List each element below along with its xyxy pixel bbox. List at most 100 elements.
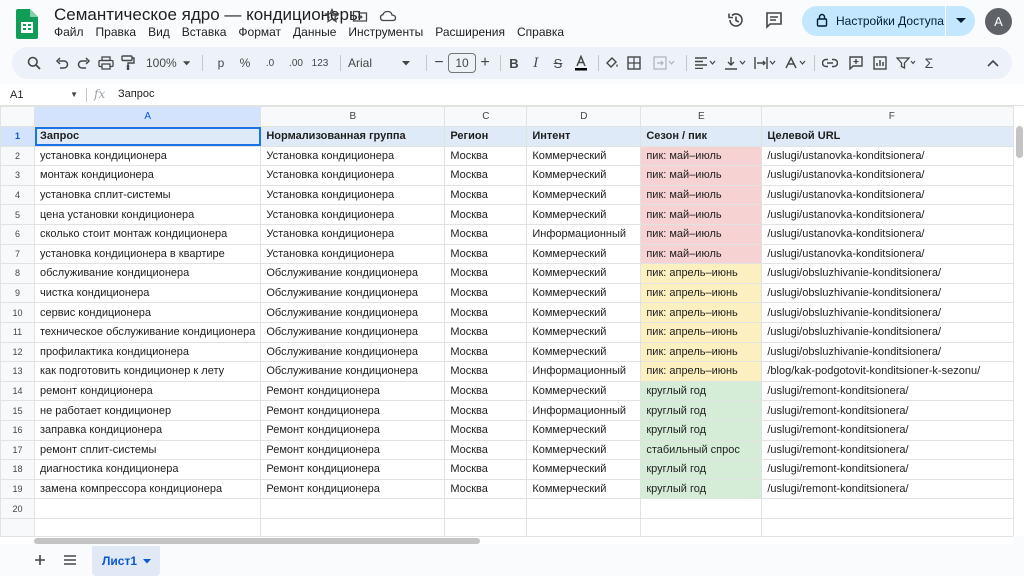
cell-url[interactable]: /uslugi/ustanovka-konditsionera/ xyxy=(761,165,1023,186)
empty-cell[interactable] xyxy=(640,498,763,519)
cell-intent[interactable]: Информационный xyxy=(526,361,642,382)
empty-cell[interactable] xyxy=(526,498,642,519)
menu-extensions[interactable]: Расширения xyxy=(429,24,511,40)
cell-region[interactable]: Москва xyxy=(444,321,528,343)
vertical-scrollbar[interactable] xyxy=(1013,106,1024,536)
menu-edit[interactable]: Правка xyxy=(90,24,143,40)
cell-intent[interactable]: Информационный xyxy=(526,400,642,421)
cell-season[interactable]: пик: апрель–июнь xyxy=(640,361,763,382)
row-number[interactable]: 11 xyxy=(0,321,35,343)
header-cell-season[interactable]: Сезон / пик xyxy=(640,126,763,147)
row-number[interactable]: 8 xyxy=(0,263,35,284)
cell-region[interactable]: Москва xyxy=(444,223,528,245)
cell-intent[interactable]: Коммерческий xyxy=(526,243,642,265)
cell-intent[interactable]: Коммерческий xyxy=(526,380,642,402)
sheets-logo-icon[interactable] xyxy=(14,9,38,39)
row-number[interactable]: 6 xyxy=(0,223,35,245)
row-number[interactable]: 15 xyxy=(0,400,35,421)
header-cell-url[interactable]: Целевой URL xyxy=(761,126,1023,147)
cell-query[interactable]: чистка кондиционера xyxy=(33,282,262,304)
empty-cell[interactable] xyxy=(260,498,446,519)
header-cell-query[interactable]: Запрос xyxy=(33,126,262,147)
cell-region[interactable]: Москва xyxy=(444,400,528,421)
avatar[interactable]: A xyxy=(985,8,1012,35)
increase-decimal-button[interactable]: .00 xyxy=(284,47,308,79)
search-menus-icon[interactable] xyxy=(24,47,44,79)
row-number[interactable]: 14 xyxy=(0,380,35,402)
cell-url[interactable]: /uslugi/remont-konditsionera/ xyxy=(761,380,1023,402)
cell-season[interactable]: пик: май–июль xyxy=(640,145,763,167)
row-number[interactable]: 7 xyxy=(0,243,35,265)
name-box[interactable]: A1 ▼ xyxy=(6,87,82,103)
vertical-scroll-thumb[interactable] xyxy=(1016,126,1023,158)
column-header-f[interactable]: F xyxy=(761,106,1023,127)
cell-url[interactable]: /uslugi/ustanovka-konditsionera/ xyxy=(761,223,1023,245)
cell-season[interactable]: пик: май–июль xyxy=(640,223,763,245)
cell-query[interactable]: установка кондиционера в квартире xyxy=(33,243,262,265)
horizontal-align-icon[interactable] xyxy=(692,47,718,79)
cell-group[interactable]: Ремонт кондиционера xyxy=(260,419,446,441)
cell-intent[interactable]: Коммерческий xyxy=(526,302,642,323)
cell-group[interactable]: Установка кондиционера xyxy=(260,223,446,245)
cell-region[interactable]: Москва xyxy=(444,361,528,382)
cell-query[interactable]: техническое обслуживание кондиционера xyxy=(33,321,262,343)
redo-icon[interactable] xyxy=(74,47,94,79)
cell-region[interactable]: Москва xyxy=(444,419,528,441)
cell-group[interactable]: Ремонт кондиционера xyxy=(260,459,446,480)
fill-color-icon[interactable] xyxy=(602,47,622,79)
comments-icon[interactable] xyxy=(762,8,786,32)
cell-query[interactable]: цена установки кондиционера xyxy=(33,204,262,225)
cell-url[interactable]: /uslugi/obsluzhivanie-konditsionera/ xyxy=(761,302,1023,323)
formula-input[interactable]: Запрос xyxy=(118,88,154,100)
row-number[interactable]: 20 xyxy=(0,498,35,519)
row-number[interactable]: 17 xyxy=(0,439,35,461)
filter-icon[interactable] xyxy=(894,47,918,79)
menu-file[interactable]: Файл xyxy=(48,24,90,40)
empty-cell[interactable] xyxy=(33,498,262,519)
cell-group[interactable]: Установка кондиционера xyxy=(260,184,446,206)
cell-query[interactable]: как подготовить кондиционер к лету xyxy=(33,361,262,382)
vertical-align-icon[interactable] xyxy=(722,47,748,79)
menu-insert[interactable]: Вставка xyxy=(176,24,233,40)
cell-season[interactable]: пик: май–июль xyxy=(640,204,763,225)
cell-region[interactable]: Москва xyxy=(444,282,528,304)
version-history-icon[interactable] xyxy=(724,8,748,32)
empty-cell[interactable] xyxy=(526,517,642,536)
empty-cell[interactable] xyxy=(260,517,446,536)
cell-region[interactable]: Москва xyxy=(444,341,528,363)
move-to-folder-icon[interactable] xyxy=(350,6,370,26)
sheet-tab-1[interactable]: Лист1 xyxy=(92,546,160,576)
cell-region[interactable]: Москва xyxy=(444,459,528,480)
empty-cell[interactable] xyxy=(761,517,1023,536)
empty-cell[interactable] xyxy=(33,517,262,536)
cell-url[interactable]: /uslugi/remont-konditsionera/ xyxy=(761,419,1023,441)
cell-group[interactable]: Обслуживание кондиционера xyxy=(260,263,446,284)
currency-format-button[interactable]: р xyxy=(212,47,230,79)
cell-intent[interactable]: Коммерческий xyxy=(526,439,642,461)
header-cell-region[interactable]: Регион xyxy=(444,126,528,147)
spreadsheet-grid[interactable]: A B C D E F 1 Запрос Нормализованная гру… xyxy=(0,106,1024,536)
cell-query[interactable]: сервис кондиционера xyxy=(33,302,262,323)
cell-intent[interactable]: Коммерческий xyxy=(526,341,642,363)
menu-tools[interactable]: Инструменты xyxy=(342,24,429,40)
text-rotation-icon[interactable] xyxy=(782,47,808,79)
collapse-toolbar-icon[interactable] xyxy=(984,47,1002,79)
insert-chart-icon[interactable] xyxy=(870,47,890,79)
cell-query[interactable]: монтаж кондиционера xyxy=(33,165,262,186)
decrease-font-size-icon[interactable]: − xyxy=(432,47,446,79)
text-wrapping-icon[interactable] xyxy=(752,47,778,79)
cell-season[interactable]: пик: май–июль xyxy=(640,243,763,265)
cell-url[interactable]: /uslugi/ustanovka-konditsionera/ xyxy=(761,145,1023,167)
font-select[interactable]: Arial xyxy=(348,47,418,79)
cell-url[interactable]: /uslugi/remont-konditsionera/ xyxy=(761,439,1023,461)
cell-url[interactable]: /uslugi/remont-konditsionera/ xyxy=(761,478,1023,500)
decrease-decimal-button[interactable]: .0 xyxy=(260,47,280,79)
cell-url[interactable]: /uslugi/obsluzhivanie-konditsionera/ xyxy=(761,263,1023,284)
share-dropdown-icon[interactable] xyxy=(946,6,975,36)
cell-intent[interactable]: Информационный xyxy=(526,223,642,245)
cell-group[interactable]: Обслуживание кондиционера xyxy=(260,321,446,343)
document-title[interactable]: Семантическое ядро — кондиционеры xyxy=(54,5,361,25)
cell-season[interactable]: пик: апрель–июнь xyxy=(640,302,763,323)
cell-season[interactable]: пик: апрель–июнь xyxy=(640,282,763,304)
cell-url[interactable]: /uslugi/obsluzhivanie-konditsionera/ xyxy=(761,341,1023,363)
